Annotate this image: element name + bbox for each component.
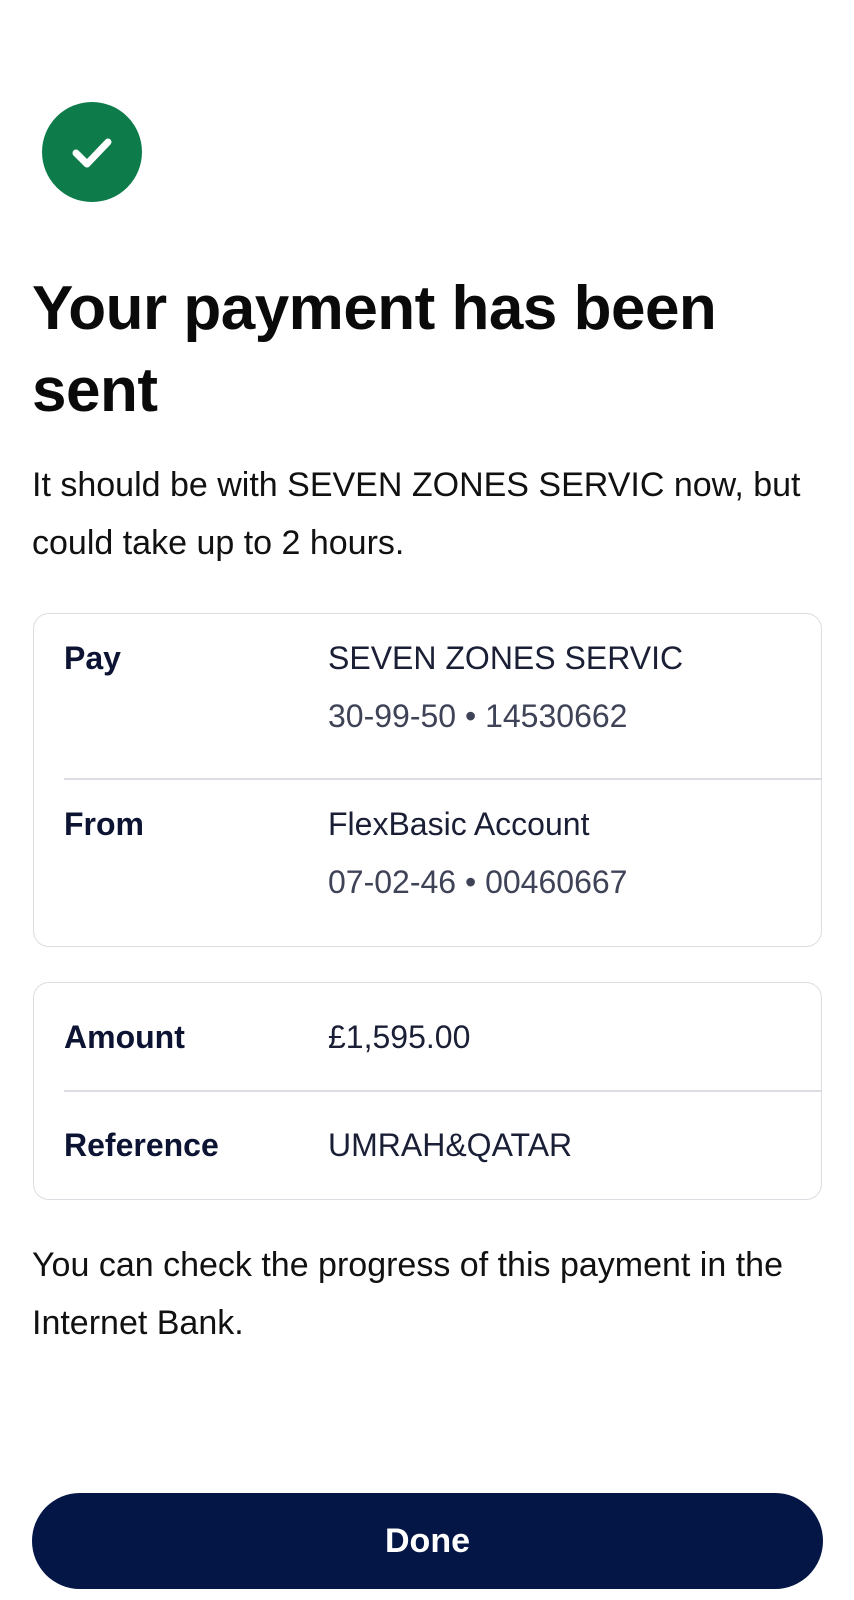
reference-label: Reference — [64, 1127, 219, 1163]
checkmark-icon — [72, 138, 112, 168]
reference-value: UMRAH&QATAR — [328, 1127, 573, 1163]
payment-status-message: It should be with SEVEN ZONES SERVIC now… — [32, 466, 801, 562]
row-divider — [64, 778, 821, 780]
amount-value: £1,595.00 — [328, 1019, 471, 1055]
source-account-name: FlexBasic Account — [328, 806, 590, 842]
payment-confirmation-screen: Your payment has been sent It should be … — [0, 0, 854, 1600]
source-account-details: 07-02-46 • 00460667 — [328, 864, 628, 900]
pay-label: Pay — [64, 640, 121, 676]
amount-label: Amount — [64, 1019, 185, 1055]
progress-info-text: You can check the progress of this payme… — [32, 1246, 783, 1342]
payee-name: SEVEN ZONES SERVIC — [328, 640, 684, 676]
checkmark-circle-icon — [42, 102, 142, 202]
payment-details-card: Amount £1,595.00 Reference UMRAH&QATAR — [33, 982, 822, 1200]
accounts-card: Pay SEVEN ZONES SERVIC 30-99-50 • 145306… — [33, 613, 822, 947]
from-label: From — [64, 806, 144, 842]
payee-account-details: 30-99-50 • 14530662 — [328, 698, 628, 734]
done-button[interactable]: Done — [32, 1493, 823, 1589]
row-divider — [64, 1090, 821, 1092]
page-title: Your payment has been sent — [32, 274, 717, 425]
